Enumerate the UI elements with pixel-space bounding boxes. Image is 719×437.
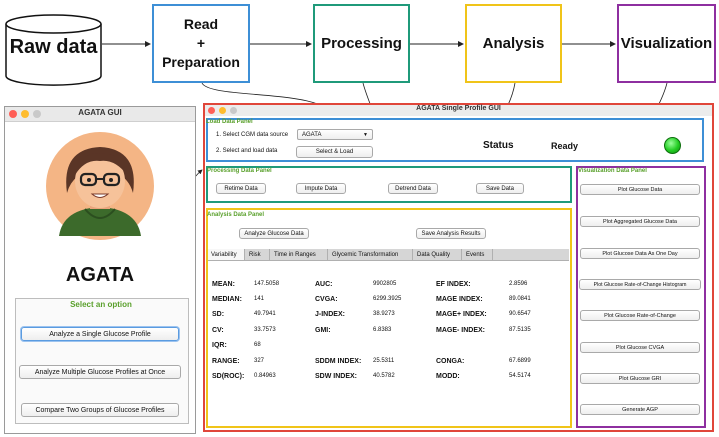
plot-glucose-data-button[interactable]: Plot Glucose Data bbox=[580, 184, 700, 195]
auc-value: 9902805 bbox=[373, 281, 397, 287]
data-source-value: AGATA bbox=[302, 131, 322, 138]
conga-label: CONGA: bbox=[436, 358, 465, 365]
sddm-label: SDDM INDEX: bbox=[315, 358, 362, 365]
tab-risk[interactable]: Risk bbox=[246, 249, 270, 260]
window-title: AGATA GUI bbox=[78, 108, 122, 117]
visualization-data-panel bbox=[576, 166, 706, 428]
generate-agp-button[interactable]: Generate AGP bbox=[580, 404, 700, 415]
mageplus-value: 90.6547 bbox=[509, 311, 531, 317]
sddm-value: 25.5311 bbox=[373, 358, 395, 364]
status-value: Ready bbox=[551, 141, 579, 151]
visualization-box: Visualization bbox=[617, 4, 716, 83]
plot-roc-histogram-button[interactable]: Plot Glucose Rate-of-Change Histogram bbox=[579, 279, 701, 290]
median-value: 141 bbox=[254, 296, 265, 302]
preparation-label: Preparation bbox=[162, 53, 240, 70]
tab-time-in-ranges[interactable]: Time in Ranges bbox=[271, 249, 328, 260]
tab-variability[interactable]: Variability bbox=[208, 249, 245, 260]
plot-roc-button[interactable]: Plot Glucose Rate-of-Change bbox=[580, 310, 700, 321]
tab-glycemic-transformation[interactable]: Glycemic Transformation bbox=[329, 249, 413, 260]
sdw-label: SDW INDEX: bbox=[315, 373, 357, 380]
detrend-data-button[interactable]: Detrend Data bbox=[388, 183, 438, 194]
impute-data-button[interactable]: Impute Data bbox=[296, 183, 346, 194]
data-source-select[interactable]: AGATA ▼ bbox=[297, 129, 373, 140]
sdroc-value: 0.84963 bbox=[254, 373, 276, 379]
median-label: MEDIAN: bbox=[212, 296, 242, 303]
auc-label: AUC: bbox=[315, 281, 333, 288]
tab-events[interactable]: Events bbox=[463, 249, 493, 260]
analyze-multiple-profiles-button[interactable]: Analyze Multiple Glucose Profiles at Onc… bbox=[19, 365, 181, 379]
load-panel-title: Load Data Panel bbox=[206, 119, 253, 125]
select-source-label: 1. Select CGM data source bbox=[216, 132, 289, 138]
save-analysis-results-button[interactable]: Save Analysis Results bbox=[416, 228, 486, 239]
sd-value: 49.7941 bbox=[254, 311, 276, 317]
avatar bbox=[46, 132, 154, 240]
read-label: Read bbox=[183, 16, 219, 33]
tab-data-quality[interactable]: Data Quality bbox=[414, 249, 462, 260]
visualization-panel-title: Visualization Data Panel bbox=[578, 168, 647, 174]
gmi-label: GMI: bbox=[315, 327, 331, 334]
agata-gui-titlebar: AGATA GUI bbox=[5, 107, 195, 122]
cv-label: CV: bbox=[212, 327, 224, 334]
processing-label: Processing bbox=[321, 35, 402, 52]
raw-data-label: Raw data bbox=[9, 36, 98, 58]
mean-value: 147.5058 bbox=[254, 281, 280, 287]
cvga-label: CVGA: bbox=[315, 296, 338, 303]
mageminus-label: MAGE- INDEX: bbox=[436, 327, 485, 334]
app-name: AGATA bbox=[65, 264, 135, 286]
cv-value: 33.7573 bbox=[254, 327, 276, 333]
ef-label: EF INDEX: bbox=[436, 281, 471, 288]
load-data-panel bbox=[206, 118, 704, 162]
range-label: RANGE: bbox=[212, 358, 240, 365]
analysis-data-panel bbox=[206, 208, 572, 428]
sdw-value: 40.5782 bbox=[373, 373, 395, 379]
plot-glucose-one-day-button[interactable]: Plot Glucose Data As One Day bbox=[580, 248, 700, 259]
plot-cvga-button[interactable]: Plot Glucose CVGA bbox=[580, 342, 700, 353]
conga-value: 67.6899 bbox=[509, 358, 531, 364]
plot-aggregated-glucose-button[interactable]: Plot Aggregated Glucose Data bbox=[580, 216, 700, 227]
agata-gui-window: AGATA GUI AGATA Select an option Analyze… bbox=[4, 106, 196, 434]
jindex-label: J-INDEX: bbox=[315, 311, 345, 318]
modd-value: 54.5174 bbox=[509, 373, 531, 379]
mean-label: MEAN: bbox=[212, 281, 235, 288]
select-option-label: Select an option bbox=[70, 300, 132, 309]
save-data-button[interactable]: Save Data bbox=[476, 183, 524, 194]
sd-label: SD: bbox=[212, 311, 225, 318]
select-load-button[interactable]: Select & Load bbox=[296, 146, 373, 158]
modd-label: MODD: bbox=[436, 373, 460, 380]
status-light-icon bbox=[664, 137, 681, 154]
analyze-single-profile-button[interactable]: Analyze a Single Glucose Profile bbox=[21, 327, 179, 341]
mage-label: MAGE INDEX: bbox=[436, 296, 483, 303]
retime-data-button[interactable]: Retime Data bbox=[216, 183, 266, 194]
analysis-panel-title: Analysis Data Panel bbox=[207, 212, 265, 218]
window-title: AGATA Single Profile GUI bbox=[416, 105, 501, 112]
select-load-label: 2. Select and load data bbox=[216, 148, 278, 154]
ef-value: 2.8596 bbox=[509, 281, 528, 287]
processing-panel-title: Processing Data Panel bbox=[207, 168, 272, 174]
single-profile-titlebar: AGATA Single Profile GUI bbox=[205, 105, 712, 116]
analyze-glucose-data-button[interactable]: Analyze Glucose Data bbox=[239, 228, 309, 239]
jindex-value: 38.9273 bbox=[373, 311, 395, 317]
cvga-value: 6299.3925 bbox=[373, 296, 402, 302]
mageminus-value: 87.5135 bbox=[509, 327, 531, 333]
analysis-box: Analysis bbox=[465, 4, 562, 83]
iqr-label: IQR: bbox=[212, 342, 227, 349]
iqr-value: 68 bbox=[254, 342, 261, 348]
dropdown-arrow-icon: ▼ bbox=[363, 131, 368, 138]
compare-two-groups-button[interactable]: Compare Two Groups of Glucose Profiles bbox=[21, 403, 179, 417]
gmi-value: 6.8383 bbox=[373, 327, 392, 333]
range-value: 327 bbox=[254, 358, 265, 364]
processing-box: Processing bbox=[313, 4, 410, 83]
mageplus-label: MAGE+ INDEX: bbox=[436, 311, 487, 318]
read-preparation-box: Read + Preparation bbox=[152, 4, 250, 83]
analysis-label: Analysis bbox=[482, 35, 545, 52]
plot-gri-button[interactable]: Plot Glucose GRI bbox=[580, 373, 700, 384]
status-label: Status bbox=[483, 140, 514, 151]
sdroc-label: SD(ROC): bbox=[212, 373, 245, 380]
plus-label: + bbox=[196, 35, 206, 52]
mage-value: 89.0841 bbox=[509, 296, 531, 302]
visualization-label: Visualization bbox=[620, 35, 713, 52]
